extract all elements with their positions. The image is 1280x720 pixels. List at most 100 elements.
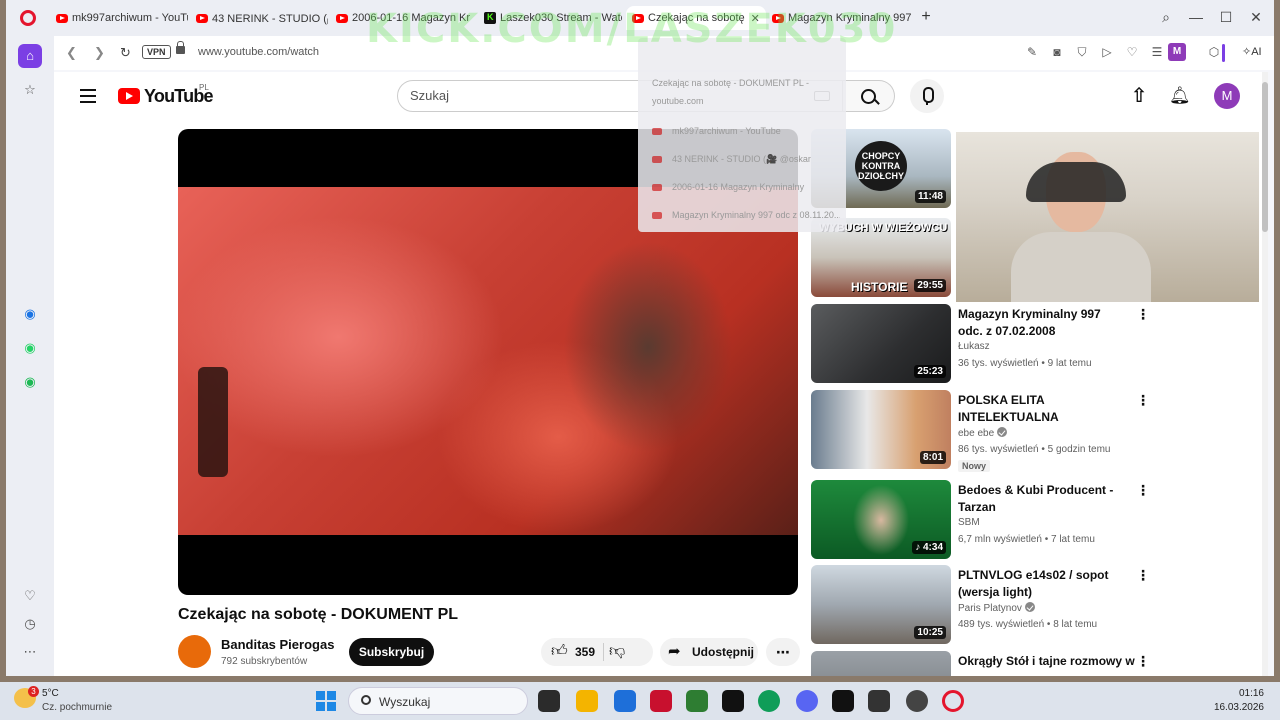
messenger-icon[interactable]: ◉ — [18, 302, 42, 326]
file-explorer-icon[interactable] — [576, 690, 598, 712]
close-window-icon[interactable]: ✕ — [1246, 9, 1266, 26]
system-clock[interactable]: 01:16 16.03.2026 — [1214, 687, 1264, 715]
speed-dial-icon[interactable]: ☆ — [18, 78, 42, 102]
ai-button[interactable]: ✧AI — [1242, 45, 1262, 58]
play-icon[interactable]: ▷ — [1099, 45, 1115, 59]
profile-icon[interactable]: M — [1168, 43, 1186, 61]
channel-avatar[interactable] — [178, 635, 211, 668]
upload-icon[interactable]: ⇧ — [1129, 86, 1149, 106]
lock-icon[interactable] — [176, 41, 185, 54]
tab-search-icon[interactable]: ⌕ — [1156, 9, 1176, 26]
rec-title[interactable]: Bedoes & Kubi Producent - Tarzan — [958, 482, 1128, 516]
duration-badge: 29:55 — [914, 279, 946, 292]
rec-channel[interactable]: Paris Platynov — [958, 602, 1035, 614]
forward-icon[interactable]: ❯ — [94, 45, 105, 61]
rec-item[interactable]: 25:23 Magazyn Kryminalny 997 odc. z 07.0… — [811, 304, 1171, 384]
thumbs-up-icon[interactable]: 👍︎ — [551, 638, 568, 666]
avatar[interactable]: M — [1214, 83, 1240, 109]
preview-tab-label: mk997archiwum - YouTube — [672, 126, 781, 136]
reload-icon[interactable]: ↻ — [120, 45, 131, 61]
task-view-icon[interactable] — [538, 690, 560, 712]
whatsapp-icon[interactable]: ◉ — [18, 336, 42, 360]
webcam-headphones — [1026, 162, 1126, 202]
youtube-logo-icon[interactable] — [118, 88, 140, 104]
search-button[interactable] — [843, 80, 895, 112]
url-field[interactable]: www.youtube.com/watch — [198, 46, 319, 58]
terminal-icon[interactable] — [868, 690, 890, 712]
thumb-text: CHOPCY KONTRA DZIOŁCHY — [855, 141, 907, 191]
tab-mk997archiwum[interactable]: mk997archiwum - YouTub — [56, 6, 188, 30]
bell-icon[interactable]: 🔔︎ — [1169, 86, 1191, 106]
opera-taskbar-icon[interactable] — [942, 690, 964, 712]
menu-icon[interactable]: ☰ — [1149, 45, 1165, 59]
thumbs-down-icon[interactable]: 👎︎ — [609, 638, 625, 666]
more-actions-icon[interactable]: ⋯ — [766, 638, 800, 666]
rec-channel[interactable]: ebe ebe — [958, 427, 1008, 439]
rec-meta: 489 tys. wyświetleń • 8 lat temu — [958, 619, 1098, 630]
scrollbar-thumb[interactable] — [1262, 82, 1268, 232]
like-count[interactable]: 359 — [575, 638, 595, 666]
scrollbar[interactable] — [1262, 72, 1268, 676]
rec-thumbnail[interactable]: 8:01 — [811, 390, 951, 469]
more-icon[interactable]: ⋯ — [18, 640, 42, 664]
rec-thumbnail[interactable] — [811, 651, 951, 676]
start-button-icon[interactable] — [316, 691, 336, 711]
kebab-menu-icon[interactable]: ⋮ — [1136, 653, 1150, 670]
app-icon[interactable] — [686, 690, 708, 712]
rec-channel[interactable]: Łukasz — [958, 341, 990, 352]
rec-title[interactable]: Magazyn Kryminalny 997 odc. z 07.02.2008 — [958, 306, 1128, 340]
rec-thumbnail[interactable]: 10:25 — [811, 565, 951, 644]
camera-icon[interactable]: ◙ — [1049, 45, 1065, 59]
subscribe-button[interactable]: Subskrybuj — [349, 638, 434, 666]
verified-icon — [1024, 602, 1035, 612]
rec-meta: 36 tys. wyświetleń • 9 lat temu — [958, 358, 1092, 369]
rec-item[interactable]: 10:25 PLTNVLOG e14s02 / sopot (wersja li… — [811, 565, 1171, 645]
heart-icon[interactable]: ♡ — [1124, 45, 1140, 59]
heart-icon[interactable]: ♡ — [18, 584, 42, 608]
rec-item[interactable]: Okrągły Stół i tajne rozmowy w ⋮ — [811, 651, 1171, 676]
hamburger-menu-icon[interactable] — [80, 89, 96, 103]
share-label: Udostępnij — [692, 645, 754, 659]
share-icon: ➦ — [668, 643, 681, 660]
share-button[interactable]: ➦ Udostępnij — [660, 638, 758, 666]
minimize-icon[interactable]: — — [1186, 9, 1206, 25]
kebab-menu-icon[interactable]: ⋮ — [1136, 482, 1150, 499]
rec-thumbnail[interactable]: ♪ 4:34 — [811, 480, 951, 559]
discord-icon[interactable] — [796, 690, 818, 712]
kebab-menu-icon[interactable]: ⋮ — [1136, 392, 1150, 409]
store-icon[interactable] — [614, 690, 636, 712]
rec-thumbnail[interactable]: 25:23 — [811, 304, 951, 383]
obs-icon[interactable] — [906, 690, 928, 712]
maximize-icon[interactable]: ☐ — [1216, 9, 1236, 26]
youtube-favicon-icon — [652, 128, 662, 136]
rec-title[interactable]: Okrągły Stół i tajne rozmowy w — [958, 653, 1138, 670]
opera-logo-icon[interactable] — [20, 10, 36, 26]
history-icon[interactable]: ◷ — [18, 612, 42, 636]
kebab-menu-icon[interactable]: ⋮ — [1136, 567, 1150, 584]
edge-icon[interactable] — [758, 690, 780, 712]
spotify-icon[interactable]: ◉ — [18, 370, 42, 394]
rec-item[interactable]: 8:01 POLSKA ELITA INTELEKTUALNA ebe ebe … — [811, 390, 1171, 472]
cube-icon[interactable]: ⬡ — [1206, 45, 1222, 59]
new-tab-icon[interactable]: + — [918, 9, 934, 25]
home-icon[interactable]: ⌂ — [18, 44, 42, 68]
channel-name[interactable]: Banditas Pierogas — [221, 637, 334, 652]
back-icon[interactable]: ❮ — [66, 45, 77, 61]
tab-nerink-studio[interactable]: 43 NERINK - STUDIO (🎥 @ — [196, 6, 328, 30]
microphone-icon[interactable] — [910, 79, 944, 113]
rec-title[interactable]: PLTNVLOG e14s02 / sopot (wersja light) — [958, 567, 1128, 601]
clock-time: 01:16 — [1238, 688, 1264, 699]
mcafee-icon[interactable] — [650, 690, 672, 712]
kebab-menu-icon[interactable]: ⋮ — [1136, 306, 1150, 323]
vpn-badge[interactable]: VPN — [142, 45, 171, 59]
rec-title[interactable]: POLSKA ELITA INTELEKTUALNA — [958, 392, 1128, 426]
browser-window: mk997archiwum - YouTub 43 NERINK - STUDI… — [6, 0, 1274, 676]
tidal-icon[interactable] — [722, 690, 744, 712]
shield-icon[interactable]: ⛉ — [1074, 45, 1090, 60]
edit-icon[interactable]: ✎ — [1024, 45, 1040, 59]
tiktok-icon[interactable] — [832, 690, 854, 712]
opera-sidebar: ⌂ ☆ ◉ ◉ ◉ ♡ ◷ ⋯ — [6, 36, 54, 676]
taskbar-search[interactable]: Wyszukaj — [348, 687, 528, 715]
rec-item[interactable]: ♪ 4:34 Bedoes & Kubi Producent - Tarzan … — [811, 480, 1171, 560]
rec-channel[interactable]: SBM — [958, 517, 980, 528]
